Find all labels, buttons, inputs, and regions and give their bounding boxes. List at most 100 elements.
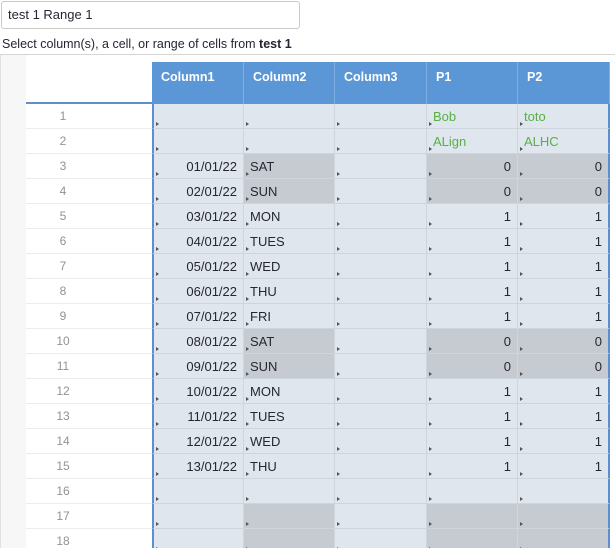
cell-p2[interactable]: 1 (518, 379, 610, 404)
cell-p1[interactable]: ALign (427, 129, 518, 154)
cell-p1[interactable]: 1 (427, 229, 518, 254)
row-number[interactable]: 15 (26, 454, 152, 479)
cell-p1[interactable]: 1 (427, 404, 518, 429)
row-number[interactable]: 13 (26, 404, 152, 429)
cell-column3[interactable] (335, 254, 427, 279)
row-number[interactable]: 6 (26, 229, 152, 254)
cell-column3[interactable] (335, 179, 427, 204)
cell-column1[interactable]: 07/01/22 (152, 304, 244, 329)
column-header-p2[interactable]: P2 (518, 62, 610, 104)
column-header-column1[interactable]: Column1 (152, 62, 244, 104)
column-header-column2[interactable]: Column2 (244, 62, 335, 104)
column-header-column3[interactable]: Column3 (335, 62, 427, 104)
cell-p1[interactable] (427, 504, 518, 529)
cell-p2[interactable]: ALHC (518, 129, 610, 154)
range-name-input[interactable]: test 1 Range 1 (1, 1, 300, 29)
cell-p2[interactable]: toto (518, 104, 610, 129)
cell-column2[interactable] (244, 479, 335, 504)
cell-column1[interactable]: 08/01/22 (152, 329, 244, 354)
cell-column2[interactable]: MON (244, 379, 335, 404)
cell-p1[interactable]: 1 (427, 379, 518, 404)
cell-p2[interactable] (518, 479, 610, 504)
cell-p2[interactable] (518, 504, 610, 529)
cell-column1[interactable] (152, 129, 244, 154)
cell-column2[interactable]: SAT (244, 154, 335, 179)
cell-column1[interactable] (152, 479, 244, 504)
cell-p2[interactable] (518, 529, 610, 548)
cell-column2[interactable]: THU (244, 279, 335, 304)
cell-column1[interactable]: 12/01/22 (152, 429, 244, 454)
row-number[interactable]: 2 (26, 129, 152, 154)
cell-column3[interactable] (335, 479, 427, 504)
cell-p1[interactable]: Bob (427, 104, 518, 129)
cell-p1[interactable]: 1 (427, 429, 518, 454)
row-number[interactable]: 8 (26, 279, 152, 304)
cell-p1[interactable]: 0 (427, 154, 518, 179)
cell-column3[interactable] (335, 279, 427, 304)
cell-p1[interactable] (427, 529, 518, 548)
cell-column2[interactable]: TUES (244, 229, 335, 254)
cell-p2[interactable]: 1 (518, 429, 610, 454)
row-number[interactable]: 4 (26, 179, 152, 204)
cell-column3[interactable] (335, 454, 427, 479)
cell-column3[interactable] (335, 429, 427, 454)
cell-column1[interactable]: 13/01/22 (152, 454, 244, 479)
cell-column3[interactable] (335, 304, 427, 329)
cell-column3[interactable] (335, 229, 427, 254)
cell-p1[interactable]: 1 (427, 204, 518, 229)
cell-p1[interactable]: 0 (427, 354, 518, 379)
cell-p2[interactable]: 1 (518, 279, 610, 304)
cell-column2[interactable] (244, 504, 335, 529)
cell-p2[interactable]: 0 (518, 329, 610, 354)
row-number[interactable]: 18 (26, 529, 152, 548)
cell-column1[interactable] (152, 504, 244, 529)
cell-p2[interactable]: 0 (518, 179, 610, 204)
cell-column3[interactable] (335, 154, 427, 179)
cell-column1[interactable] (152, 529, 244, 548)
row-number[interactable]: 17 (26, 504, 152, 529)
cell-p1[interactable]: 1 (427, 454, 518, 479)
cell-p1[interactable]: 1 (427, 279, 518, 304)
cell-column2[interactable]: SUN (244, 354, 335, 379)
row-number[interactable]: 11 (26, 354, 152, 379)
cell-p1[interactable]: 0 (427, 179, 518, 204)
row-number[interactable]: 5 (26, 204, 152, 229)
cell-column1[interactable]: 10/01/22 (152, 379, 244, 404)
row-number[interactable]: 9 (26, 304, 152, 329)
row-number[interactable]: 12 (26, 379, 152, 404)
cell-p1[interactable]: 1 (427, 254, 518, 279)
row-number[interactable]: 7 (26, 254, 152, 279)
cell-column1[interactable]: 09/01/22 (152, 354, 244, 379)
row-number[interactable]: 3 (26, 154, 152, 179)
cell-column2[interactable]: WED (244, 254, 335, 279)
cell-column3[interactable] (335, 204, 427, 229)
cell-column3[interactable] (335, 504, 427, 529)
cell-p2[interactable]: 1 (518, 404, 610, 429)
cell-p1[interactable]: 0 (427, 329, 518, 354)
cell-column2[interactable]: SAT (244, 329, 335, 354)
cell-column3[interactable] (335, 329, 427, 354)
cell-column3[interactable] (335, 404, 427, 429)
cell-p2[interactable]: 1 (518, 204, 610, 229)
cell-column2[interactable]: SUN (244, 179, 335, 204)
cell-column1[interactable]: 05/01/22 (152, 254, 244, 279)
cell-p1[interactable]: 1 (427, 304, 518, 329)
cell-column2[interactable]: THU (244, 454, 335, 479)
cell-column2[interactable]: TUES (244, 404, 335, 429)
cell-column2[interactable]: FRI (244, 304, 335, 329)
cell-column3[interactable] (335, 354, 427, 379)
cell-column1[interactable]: 02/01/22 (152, 179, 244, 204)
cell-column1[interactable]: 06/01/22 (152, 279, 244, 304)
cell-p2[interactable]: 1 (518, 304, 610, 329)
cell-p2[interactable]: 1 (518, 229, 610, 254)
cell-column2[interactable] (244, 129, 335, 154)
cell-p2[interactable]: 0 (518, 154, 610, 179)
row-number[interactable]: 10 (26, 329, 152, 354)
cell-p1[interactable] (427, 479, 518, 504)
cell-column2[interactable] (244, 104, 335, 129)
row-number[interactable]: 16 (26, 479, 152, 504)
cell-column3[interactable] (335, 379, 427, 404)
cell-p2[interactable]: 1 (518, 454, 610, 479)
cell-p2[interactable]: 0 (518, 354, 610, 379)
cell-column2[interactable] (244, 529, 335, 548)
